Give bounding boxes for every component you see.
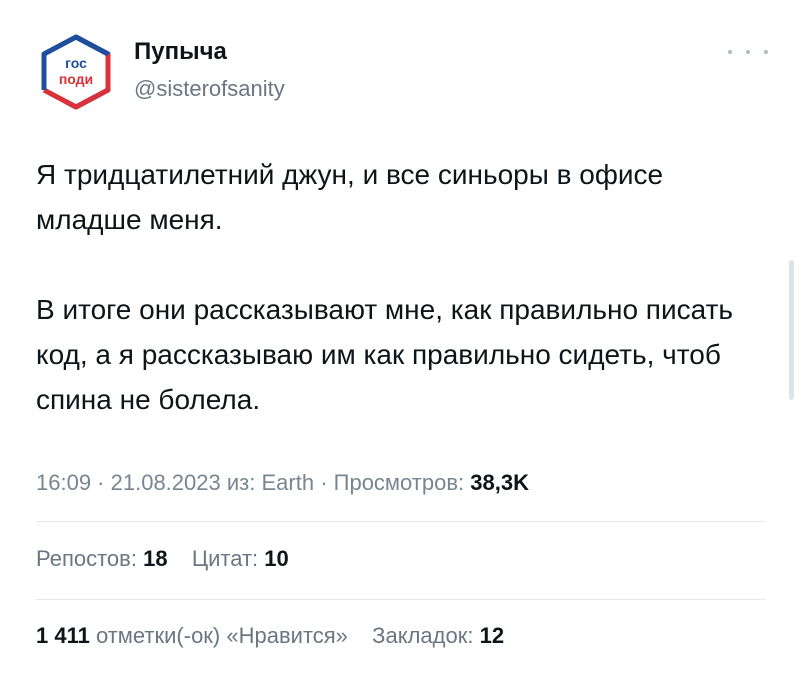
avatar-text-top: гос <box>65 55 87 71</box>
likes-link[interactable]: 1 411 отметки(-ок) «Нравится» <box>36 623 354 648</box>
tweet-date[interactable]: 21.08.2023 <box>111 470 221 495</box>
quotes-label: Цитат: <box>191 546 259 571</box>
reposts-count: 18 <box>143 546 168 571</box>
views-count: 38,3K <box>470 470 529 495</box>
more-options-button[interactable] <box>728 42 768 62</box>
tweet-paragraph: В итоге они рассказывают мне, как правил… <box>36 294 733 415</box>
more-horizontal-icon <box>728 50 732 54</box>
source-value: Earth <box>261 470 315 495</box>
divider <box>36 599 766 600</box>
likes-bookmarks-row: 1 411 отметки(-ок) «Нравится» Закладок: … <box>36 623 504 649</box>
reposts-label: Репостов: <box>36 546 137 571</box>
quotes-count: 10 <box>264 546 289 571</box>
avatar-text-bottom: поди <box>59 71 93 87</box>
views-label: Просмотров: <box>333 470 465 495</box>
reposts-quotes-row: Репостов: 18 Цитат: 10 <box>36 546 289 572</box>
more-horizontal-icon <box>746 50 750 54</box>
tweet-meta: 16:09 · 21.08.2023 из: Earth · Просмотро… <box>36 470 529 496</box>
author-handle[interactable]: @sisterofsanity <box>134 76 285 102</box>
bookmarks-label: Закладок: <box>372 623 474 648</box>
separator: · <box>314 470 334 495</box>
tweet-paragraph: Я тридцатилетний джун, и все синьоры в о… <box>36 159 664 235</box>
source-label: из: <box>226 470 256 495</box>
quotes-link[interactable]: Цитат: 10 <box>192 546 289 571</box>
likes-count: 1 411 <box>36 623 90 648</box>
tweet-card: гос поди Пупыча @sisterofsanity Я тридца… <box>0 0 800 674</box>
author-name[interactable]: Пупыча <box>134 38 227 66</box>
bookmarks-count: 12 <box>479 623 505 648</box>
likes-label: отметки(-ок) «Нравится» <box>95 623 348 648</box>
tweet-time[interactable]: 16:09 <box>36 470 91 495</box>
avatar[interactable]: гос поди <box>36 32 116 112</box>
more-horizontal-icon <box>764 50 768 54</box>
separator: · <box>91 470 111 495</box>
bookmarks-link[interactable]: Закладок: 12 <box>372 623 504 648</box>
tweet-text: Я тридцатилетний джун, и все синьоры в о… <box>36 152 776 422</box>
gosuslugi-logo-icon: гос поди <box>41 34 111 110</box>
scrollbar[interactable] <box>789 260 794 400</box>
divider <box>36 521 766 522</box>
reposts-link[interactable]: Репостов: 18 <box>36 546 174 571</box>
